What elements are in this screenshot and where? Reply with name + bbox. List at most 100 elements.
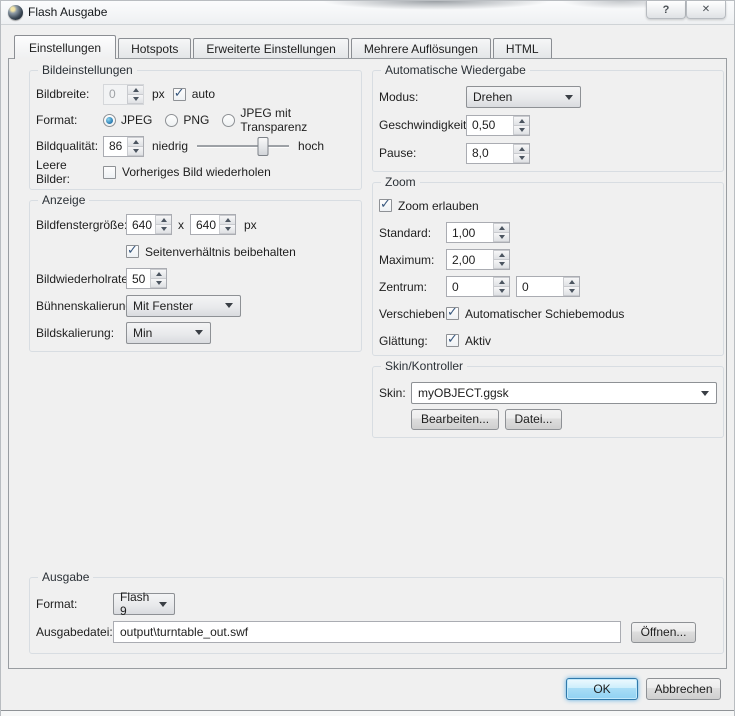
- bildqualitaet-label: Bildqualität:: [36, 139, 103, 153]
- spin-up-button[interactable]: [493, 223, 509, 232]
- fenster-breite-spinner[interactable]: 640: [126, 214, 172, 235]
- quality-max-label: hoch: [298, 139, 324, 153]
- bildwiederholrate-label: Bildwiederholrate:: [36, 272, 126, 286]
- spinner-buttons: [127, 85, 143, 104]
- titlebar: Flash Ausgabe ? ✕: [1, 1, 734, 25]
- zentrum-y-spinner[interactable]: 0: [516, 276, 580, 297]
- maximum-label: Maximum:: [379, 253, 446, 267]
- spin-down-button[interactable]: [219, 224, 235, 234]
- tab-einstellungen[interactable]: Einstellungen: [14, 35, 116, 59]
- tab-hotspots[interactable]: Hotspots: [118, 38, 191, 58]
- datei-button[interactable]: Datei...: [505, 409, 562, 430]
- spin-up-button[interactable]: [563, 277, 579, 286]
- window-title: Flash Ausgabe: [28, 5, 107, 19]
- spin-down-button[interactable]: [127, 146, 143, 156]
- seitenverhaeltnis-row: ✓ Seitenverhältnis beibehalten: [126, 238, 353, 265]
- ausgabe-format-dropdown[interactable]: Flash 9: [113, 593, 175, 615]
- modus-dropdown[interactable]: Drehen: [466, 86, 581, 108]
- radio-jpeg-transparenz[interactable]: JPEG mit Transparenz: [222, 106, 340, 134]
- spin-up-button[interactable]: [127, 85, 143, 94]
- vorheriges-bild-checkbox[interactable]: [103, 166, 116, 179]
- help-button[interactable]: ?: [646, 1, 686, 19]
- px-unit-label: px: [244, 218, 257, 232]
- spin-down-button[interactable]: [493, 286, 509, 296]
- standard-spinner[interactable]: 1,00: [446, 222, 510, 243]
- close-icon: ✕: [702, 4, 710, 15]
- check-icon: ✓: [380, 196, 391, 212]
- quality-slider[interactable]: [197, 137, 289, 156]
- help-icon: ?: [663, 4, 670, 16]
- cancel-button[interactable]: Abbrechen: [646, 678, 721, 700]
- spin-up-button[interactable]: [493, 250, 509, 259]
- px-unit-label: px: [152, 87, 165, 101]
- arrow-down-icon: [161, 227, 167, 231]
- auto-checkbox[interactable]: ✓: [173, 88, 186, 101]
- buehnenskalierung-dropdown[interactable]: Mit Fenster: [126, 295, 241, 317]
- geschwindigkeit-spinner[interactable]: 0,50: [466, 115, 530, 136]
- spin-down-button[interactable]: [155, 224, 171, 234]
- glaettung-checkbox[interactable]: ✓: [446, 334, 459, 347]
- skin-buttons-row: Bearbeiten... Datei...: [411, 406, 715, 432]
- spin-down-button[interactable]: [493, 232, 509, 242]
- spin-down-button[interactable]: [563, 286, 579, 296]
- radio-png[interactable]: PNG: [165, 113, 209, 127]
- spin-down-button[interactable]: [513, 153, 529, 163]
- spinner-buttons: [150, 269, 166, 288]
- oeffnen-button[interactable]: Öffnen...: [631, 622, 696, 643]
- spin-up-button[interactable]: [493, 277, 509, 286]
- tab-html[interactable]: HTML: [493, 38, 552, 58]
- spin-down-button[interactable]: [150, 278, 166, 288]
- spin-up-button[interactable]: [127, 137, 143, 146]
- spin-up-button[interactable]: [513, 144, 529, 153]
- ausgabedatei-input[interactable]: output\turntable_out.swf: [113, 621, 621, 643]
- group-title: Anzeige: [38, 193, 89, 207]
- spinner-value: 2,00: [447, 250, 493, 269]
- spin-down-button[interactable]: [493, 259, 509, 269]
- bildqualitaet-row: Bildqualität: 86 niedrig hoch: [36, 133, 353, 159]
- arrow-up-icon: [499, 253, 505, 257]
- modus-row: Modus: Drehen: [379, 83, 715, 111]
- radio-jpeg[interactable]: JPEG: [103, 113, 152, 127]
- tab-erweiterte-einstellungen[interactable]: Erweiterte Einstellungen: [193, 38, 348, 58]
- close-button[interactable]: ✕: [686, 1, 726, 19]
- ok-button[interactable]: OK: [566, 678, 638, 700]
- schiebemodus-checkbox[interactable]: ✓: [446, 307, 459, 320]
- spin-up-button[interactable]: [155, 215, 171, 224]
- fenster-hoehe-spinner[interactable]: 640: [190, 214, 236, 235]
- tab-mehrere-aufloesungen[interactable]: Mehrere Auflösungen: [351, 38, 491, 58]
- spinner-buttons: [493, 223, 509, 242]
- spin-down-button[interactable]: [513, 125, 529, 135]
- chevron-down-icon: [701, 391, 709, 396]
- arrow-down-icon: [499, 289, 505, 293]
- maximum-spinner[interactable]: 2,00: [446, 249, 510, 270]
- buehnenskalierung-row: Bühnenskalierung: Mit Fenster: [36, 292, 353, 319]
- seitenverhaeltnis-checkbox[interactable]: ✓: [126, 245, 139, 258]
- bearbeiten-button[interactable]: Bearbeiten...: [411, 409, 499, 430]
- bildbreite-spinner[interactable]: 0: [103, 84, 144, 105]
- pause-spinner[interactable]: 8,0: [466, 143, 530, 164]
- leere-bilder-label: Leere Bilder:: [36, 158, 103, 186]
- geschwindigkeit-label: Geschwindigkeit:: [379, 118, 466, 132]
- skin-combobox[interactable]: myOBJECT.ggsk: [411, 382, 717, 404]
- quality-min-label: niedrig: [152, 139, 188, 153]
- spinner-value: 1,00: [447, 223, 493, 242]
- bildskalierung-dropdown[interactable]: Min: [126, 322, 211, 344]
- slider-thumb[interactable]: [258, 137, 269, 156]
- check-icon: ✓: [447, 331, 458, 347]
- zoom-erlauben-checkbox-label: Zoom erlauben: [398, 199, 479, 213]
- spin-up-button[interactable]: [150, 269, 166, 278]
- bildwiederholrate-spinner[interactable]: 50: [126, 268, 167, 289]
- spin-up-button[interactable]: [219, 215, 235, 224]
- spinner-value: 640: [127, 215, 155, 234]
- auto-checkbox-label: auto: [192, 87, 215, 101]
- zoom-erlauben-checkbox[interactable]: ✓: [379, 199, 392, 212]
- bildqualitaet-spinner[interactable]: 86: [103, 136, 144, 157]
- spin-up-button[interactable]: [513, 116, 529, 125]
- bildfenstergroesse-row: Bildfenstergröße: 640 x 640: [36, 211, 353, 238]
- spinner-buttons: [155, 215, 171, 234]
- group-automatische-wiedergabe: Automatische Wiedergabe Modus: Drehen Ge…: [372, 70, 724, 172]
- zentrum-x-spinner[interactable]: 0: [446, 276, 510, 297]
- format-row: Format: JPEG PNG JPEG mit Transparenz: [36, 107, 353, 133]
- spin-down-button[interactable]: [127, 94, 143, 104]
- arrow-down-icon: [519, 156, 525, 160]
